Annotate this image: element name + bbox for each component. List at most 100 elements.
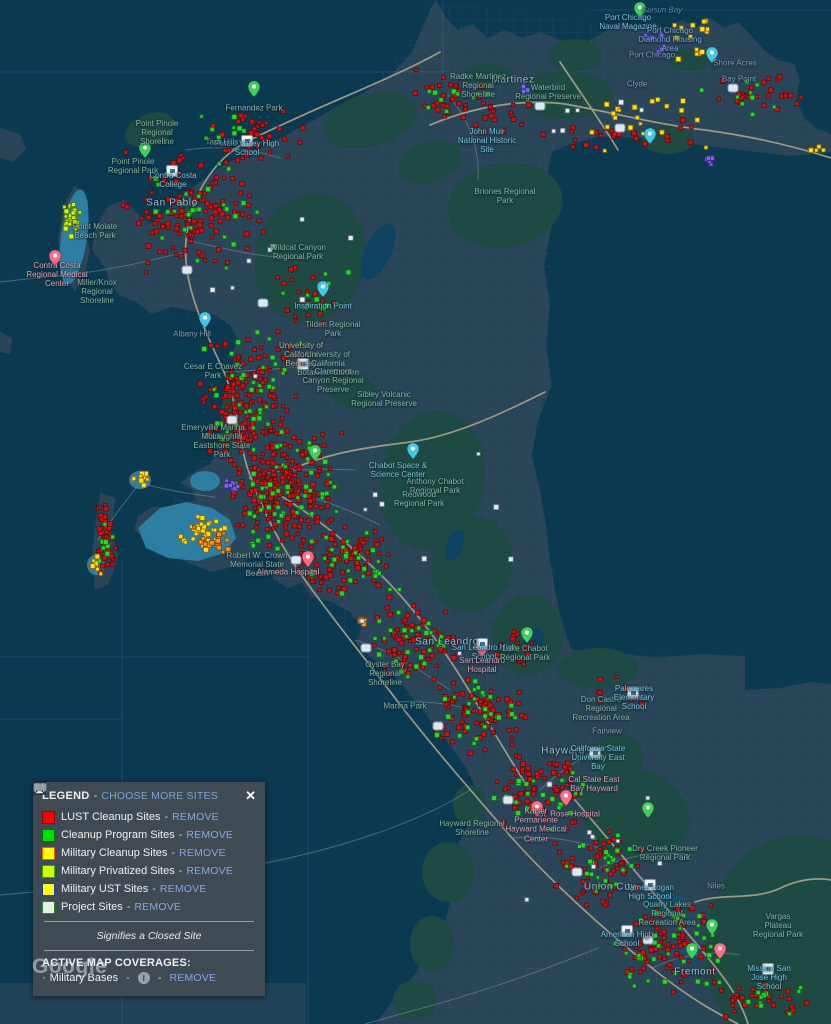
site-dot-red[interactable] (414, 632, 420, 637)
site-dot-red[interactable] (665, 138, 670, 143)
site-dot-red[interactable] (215, 344, 220, 349)
site-dot-green[interactable] (613, 881, 619, 887)
site-dot-white[interactable] (493, 504, 500, 511)
site-dot-green[interactable] (515, 810, 521, 817)
site-dot-red[interactable] (374, 542, 380, 548)
site-dot-red[interactable] (494, 651, 501, 658)
site-dot-yellow[interactable] (694, 51, 699, 57)
site-dot-red[interactable] (105, 562, 111, 567)
site-dot-red[interactable] (248, 466, 253, 471)
site-dot-red[interactable] (113, 545, 118, 551)
site-dot-red[interactable] (379, 536, 384, 542)
site-dot-red[interactable] (318, 580, 324, 585)
site-dot-green[interactable] (509, 711, 515, 717)
site-dot-red[interactable] (256, 467, 261, 472)
site-dot-red[interactable] (570, 124, 576, 130)
site-dot-red[interactable] (557, 850, 562, 855)
site-dot-green[interactable] (231, 114, 238, 120)
site-dot-red[interactable] (481, 101, 486, 106)
site-dot-red[interactable] (283, 469, 290, 475)
site-dot-white[interactable] (299, 296, 306, 303)
site-dot-green[interactable] (346, 568, 351, 573)
site-dot-white[interactable] (546, 781, 553, 788)
site-dot-red[interactable] (149, 230, 155, 236)
site-dot-red[interactable] (508, 110, 513, 115)
site-dot-red[interactable] (360, 540, 366, 546)
site-dot-red[interactable] (222, 148, 228, 153)
site-dot-green[interactable] (205, 186, 211, 192)
site-dot-green[interactable] (152, 208, 159, 215)
site-dot-red[interactable] (675, 906, 681, 912)
site-dot-green[interactable] (273, 361, 278, 367)
site-dot-green[interactable] (265, 533, 272, 540)
site-dot-green[interactable] (275, 488, 281, 494)
site-dot-green[interactable] (356, 555, 362, 561)
site-dot-green[interactable] (404, 649, 411, 655)
site-dot-red[interactable] (615, 866, 621, 871)
site-dot-red[interactable] (372, 529, 378, 534)
site-dot-red[interactable] (293, 394, 299, 399)
site-dot-green[interactable] (233, 421, 239, 427)
site-dot-red[interactable] (296, 481, 302, 487)
site-dot-green[interactable] (482, 713, 488, 719)
site-dot-green[interactable] (540, 792, 546, 798)
site-dot-red[interactable] (304, 558, 309, 563)
site-dot-red[interactable] (415, 610, 421, 616)
site-dot-red[interactable] (223, 159, 229, 165)
site-dot-red[interactable] (426, 656, 431, 661)
site-dot-red[interactable] (667, 962, 673, 968)
site-dot-red[interactable] (259, 135, 264, 140)
site-dot-yellow[interactable] (627, 124, 634, 131)
site-dot-green[interactable] (646, 978, 651, 984)
site-dot-red[interactable] (264, 121, 269, 126)
site-dot-green[interactable] (201, 346, 208, 352)
site-dot-red[interactable] (371, 578, 377, 583)
site-dot-red[interactable] (329, 517, 334, 522)
site-dot-green[interactable] (482, 706, 488, 712)
site-dot-green[interactable] (614, 847, 620, 854)
site-dot-green[interactable] (472, 678, 478, 685)
site-dot-white[interactable] (253, 373, 258, 379)
site-dot-green[interactable] (531, 778, 536, 783)
site-dot-red[interactable] (488, 689, 494, 694)
site-dot-green[interactable] (549, 827, 554, 832)
site-dot-green[interactable] (270, 490, 276, 497)
site-dot-green[interactable] (340, 544, 346, 550)
site-dot-red[interactable] (339, 430, 344, 435)
site-dot-red[interactable] (387, 611, 393, 618)
site-dot-green[interactable] (302, 493, 308, 499)
site-dot-red[interactable] (448, 82, 454, 88)
site-dot-red[interactable] (440, 93, 446, 99)
site-dot-green[interactable] (231, 130, 238, 137)
site-dot-green[interactable] (377, 570, 382, 576)
site-dot-red[interactable] (629, 966, 635, 972)
site-dot-red[interactable] (259, 345, 264, 350)
site-dot-white[interactable] (560, 127, 566, 134)
site-dot-green[interactable] (577, 844, 582, 849)
site-dot-red[interactable] (238, 449, 244, 454)
site-dot-green[interactable] (473, 736, 479, 742)
site-dot-red[interactable] (708, 903, 713, 908)
site-dot-green[interactable] (513, 799, 519, 805)
site-dot-green[interactable] (609, 855, 614, 860)
site-dot-yellowgreen[interactable] (63, 214, 68, 219)
site-dot-red[interactable] (515, 640, 520, 645)
site-dot-red[interactable] (197, 381, 204, 387)
site-dot-green[interactable] (276, 519, 282, 524)
site-dot-green[interactable] (250, 470, 257, 477)
site-dot-green[interactable] (624, 951, 629, 956)
site-dot-red[interactable] (573, 865, 579, 871)
site-dot-green[interactable] (681, 959, 687, 965)
site-dot-red[interactable] (386, 672, 392, 677)
site-dot-green[interactable] (758, 995, 764, 1000)
site-dot-yellow[interactable] (641, 131, 646, 136)
site-dot-red[interactable] (455, 641, 461, 646)
site-dot-red[interactable] (383, 563, 389, 569)
site-dot-red[interactable] (765, 93, 771, 99)
site-dot-red[interactable] (553, 792, 558, 797)
site-dot-red[interactable] (289, 458, 295, 464)
site-dot-red[interactable] (597, 700, 602, 705)
site-dot-red[interactable] (257, 472, 262, 477)
site-dot-green[interactable] (432, 89, 438, 96)
site-dot-red[interactable] (523, 644, 529, 650)
